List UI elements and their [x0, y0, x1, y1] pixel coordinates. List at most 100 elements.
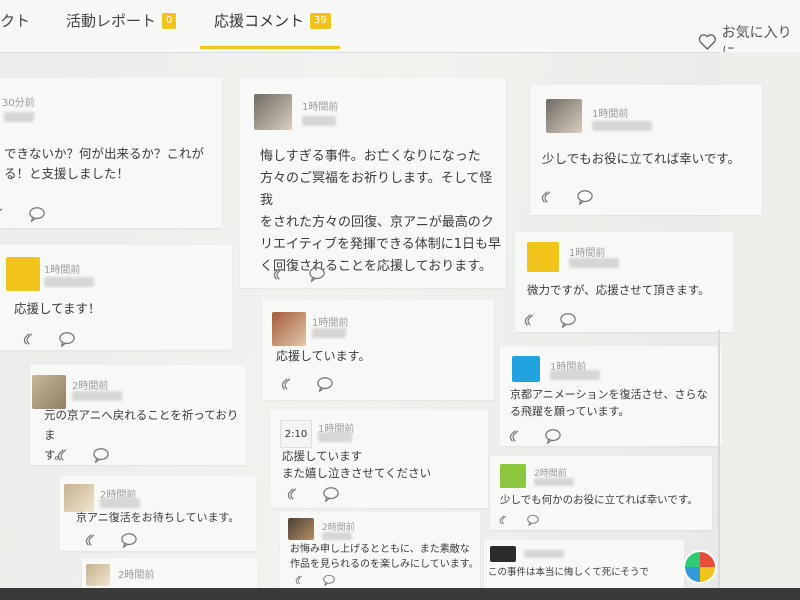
comment-card: 30分前 できないか？何が出来るか？これが る！と支援しました！: [0, 78, 222, 228]
clap-icon[interactable]: [294, 574, 308, 586]
commenter-name: [4, 112, 34, 122]
clap-icon[interactable]: [508, 428, 526, 444]
comment-bubble-icon[interactable]: [120, 532, 138, 548]
commenter-name: [322, 532, 352, 540]
commenter-name: [569, 258, 619, 268]
comment-card: 1時間前 微力ですが、応援させて頂きます。: [515, 232, 733, 332]
avatar: 2:10: [280, 420, 312, 448]
comment-text: 微力ですが、応援させて頂きます。: [527, 283, 710, 297]
comment-card: 2時間前 元の京アニへ戻れることを祈っておりま す。: [30, 365, 246, 465]
comment-bubble-icon[interactable]: [28, 206, 46, 222]
avatar: [546, 99, 582, 133]
comment-text: 京都アニメーションを復活させ、さらな る飛躍を願っています。: [510, 388, 708, 418]
comment-actions: [280, 376, 334, 392]
clap-icon[interactable]: [523, 312, 541, 328]
comment-time: 2時間前: [72, 381, 109, 392]
comment-actions: [272, 266, 326, 282]
commenter-name: [44, 277, 94, 287]
tab-count-badge: 0: [162, 12, 177, 29]
commenter-name: [534, 478, 574, 486]
tab-label: クト: [0, 12, 31, 30]
comment-actions: [498, 514, 540, 526]
commenter-name: [312, 328, 346, 338]
avatar: [288, 518, 314, 540]
comment-text: お悔み申し上げるとともに、また素敵な 作品を見られるのを楽しみにしています。: [290, 544, 479, 570]
comment-card: 1時間前 少しでもお役に立てれば幸いです。: [530, 85, 762, 215]
comment-actions: [508, 428, 562, 444]
tab-project[interactable]: クト: [0, 10, 30, 31]
clap-icon[interactable]: [84, 532, 102, 548]
comment-time: 1時間前: [302, 102, 339, 113]
divider: [718, 330, 720, 600]
avatar: [490, 546, 516, 562]
clap-icon[interactable]: [0, 206, 10, 222]
avatar: [272, 312, 306, 346]
comment-card: 1時間前 応援しています。: [262, 300, 494, 400]
comment-bubble-icon[interactable]: [526, 514, 540, 526]
avatar: [254, 94, 292, 130]
comment-text: 京アニ復活をお待ちしています。: [76, 511, 240, 524]
comment-bubble-icon[interactable]: [544, 428, 562, 444]
clap-icon[interactable]: [56, 447, 74, 463]
clap-icon[interactable]: [540, 189, 558, 205]
comment-text: 悔しすぎる事件。お亡くなりになった 方々のご冥福をお祈りします。そして怪我 をさ…: [260, 149, 501, 274]
commenter-name: [550, 370, 600, 380]
comment-bubble-icon[interactable]: [559, 312, 577, 328]
comment-actions: [294, 574, 336, 586]
comment-card: 1時間前 京都アニメーションを復活させ、さらな る飛躍を願っています。: [500, 346, 722, 446]
comment-card: 2時間前 京アニ復活をお待ちしています。: [60, 476, 256, 551]
comment-card: 2:10 1時間前 応援しています また嬉し泣きさせてください: [270, 410, 488, 508]
commenter-name: [72, 391, 122, 401]
comment-actions: [0, 206, 46, 222]
comment-actions: [22, 331, 76, 347]
comment-card: 2時間前: [82, 558, 258, 588]
clap-icon[interactable]: [272, 266, 290, 282]
comment-time: 1時間前: [44, 265, 81, 276]
comment-actions: [56, 447, 110, 463]
comment-bubble-icon[interactable]: [92, 447, 110, 463]
avatar: [500, 464, 526, 488]
comment-card: 2時間前 少しでも何かのお役に立てれば幸いです。: [490, 456, 712, 530]
screen: クト 活動レポート 0 応援コメント 39 お気に入りに 30分前 できないか？…: [0, 0, 800, 600]
avatar: [6, 257, 40, 291]
comment-actions: [540, 189, 594, 205]
comment-bubble-icon[interactable]: [308, 266, 326, 282]
comment-bubble-icon[interactable]: [316, 376, 334, 392]
active-tab-indicator: [200, 46, 340, 49]
comment-time: 30分前: [2, 98, 35, 109]
clap-icon[interactable]: [22, 331, 40, 347]
comment-time: 1時間前: [592, 109, 629, 120]
tab-count-badge: 39: [310, 12, 331, 29]
comment-bubble-icon[interactable]: [576, 189, 594, 205]
tab-bar: クト 活動レポート 0 応援コメント 39 お気に入りに: [0, 0, 800, 61]
comment-card: この事件は本当に悔しくて死にそうで: [484, 540, 684, 588]
comment-text: 少しでもお役に立てれば幸いです。: [542, 151, 741, 166]
tab-support-comments[interactable]: 応援コメント 39: [214, 10, 331, 31]
comment-actions: [84, 532, 138, 548]
comment-time: 2時間前: [118, 570, 155, 581]
tab-activity-report[interactable]: 活動レポート 0: [66, 10, 177, 31]
avatar: [527, 242, 559, 272]
clap-icon[interactable]: [286, 486, 304, 502]
comment-text: この事件は本当に悔しくて死にそうで: [488, 567, 650, 578]
comment-bubble-icon[interactable]: [322, 574, 336, 586]
color-palette-icon[interactable]: [683, 550, 717, 584]
avatar: [512, 356, 540, 382]
comment-bubble-icon[interactable]: [58, 331, 76, 347]
commenter-name: [318, 432, 352, 442]
comment-text: 応援しています また嬉し泣きさせてください: [282, 449, 432, 480]
clap-icon[interactable]: [280, 376, 298, 392]
heart-outline-icon: [698, 34, 716, 50]
comment-time: 1時間前: [312, 318, 349, 329]
commenter-name: [592, 121, 652, 131]
comment-text: 応援しています。: [276, 349, 371, 363]
comment-card: 2時間前 お悔み申し上げるとともに、また素敵な 作品を見られるのを楽しみにしてい…: [280, 512, 480, 588]
comment-card: 1時間前 応援してます！: [0, 245, 232, 350]
comment-bubble-icon[interactable]: [322, 486, 340, 502]
comment-text: できないか？何が出来るか？これが る！と支援しました！: [4, 146, 205, 181]
commenter-name: [524, 550, 564, 558]
commenter-name: [302, 116, 336, 126]
comment-text: 少しでも何かのお役に立てれば幸いです。: [500, 494, 698, 506]
clap-icon[interactable]: [498, 514, 512, 526]
comment-card: 1時間前 悔しすぎる事件。お亡くなりになった 方々のご冥福をお祈りします。そして…: [240, 78, 506, 288]
